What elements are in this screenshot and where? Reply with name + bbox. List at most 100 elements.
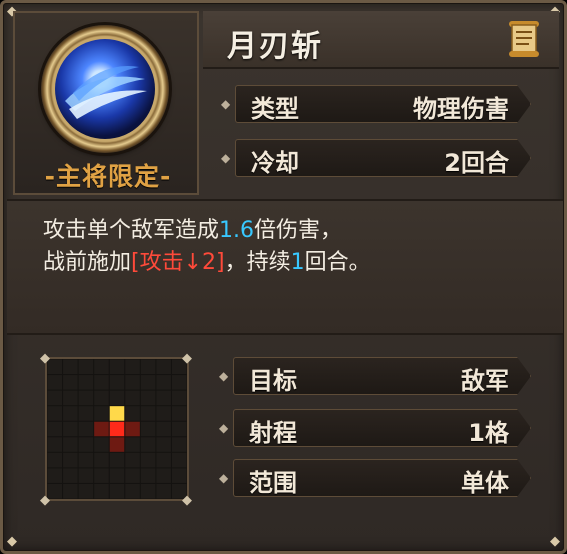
desc-text-part: 回合。 — [304, 250, 371, 275]
range-grid-cell — [78, 437, 94, 452]
range-grid-cell — [140, 359, 156, 375]
range-grid-cell — [109, 468, 125, 483]
range-grid-cell — [171, 437, 187, 452]
skill-description: 攻击单个敌军造成1.6倍伤害， 战前施加[攻击↓2]，持续1回合。 — [7, 199, 563, 335]
range-grid-cell — [47, 406, 63, 421]
diamond-icon: ◆ — [219, 471, 229, 485]
range-grid-cell — [63, 483, 78, 499]
scroll-icon[interactable] — [505, 19, 543, 59]
range-grid — [45, 357, 189, 501]
range-grid-cell — [125, 452, 140, 468]
description-text: 攻击单个敌军造成1.6倍伤害， 战前施加[攻击↓2]，持续1回合。 — [43, 215, 371, 279]
range-grid-cell — [109, 421, 125, 437]
stat-value: 单体 — [461, 469, 509, 497]
range-grid-cell — [140, 421, 156, 437]
stat-row-type: ◆ 类型 物理伤害 — [221, 85, 531, 123]
range-grid-cell — [94, 359, 109, 375]
stat-value: 物理伤害 — [413, 95, 509, 123]
range-grid-cell — [78, 406, 94, 421]
stat-label: 射程 — [249, 419, 297, 447]
range-grid-cell — [171, 421, 187, 437]
debuff-effect: [攻击↓2] — [131, 250, 225, 275]
blue-crescent-orb-icon — [55, 39, 155, 139]
damage-multiplier: 1.6 — [219, 218, 255, 243]
skill-name: 月刃斩 — [227, 29, 323, 64]
range-grid-cell — [171, 375, 187, 390]
skill-emblem-frame — [41, 25, 169, 153]
range-grid-cell — [63, 452, 78, 468]
skill-range-section: ◆ ◆ ◆ ◆ ◆ 目标 敌军 ◆ 射程 1格 ◆ 范围 单体 — [7, 337, 563, 551]
range-grid-cell — [156, 437, 171, 452]
range-grid-cell — [94, 483, 109, 499]
corner-ornament-icon: ◆ — [182, 351, 192, 366]
range-grid-cell — [78, 359, 94, 375]
duration-turns: 1 — [290, 250, 305, 275]
diamond-icon: ◆ — [221, 97, 231, 111]
range-grid-cell — [125, 483, 140, 499]
stat-row-area: ◆ 范围 单体 — [219, 459, 531, 497]
range-grid-cell — [109, 406, 125, 421]
range-grid-cell — [171, 390, 187, 406]
range-grid-cell — [156, 468, 171, 483]
skill-emblem-box: -主将限定- — [13, 11, 199, 195]
title-bar: 月刃斩 — [203, 11, 559, 69]
range-grid-cell — [94, 406, 109, 421]
range-grid-cell — [94, 390, 109, 406]
range-grid-cell — [109, 375, 125, 390]
range-grid-cell — [125, 406, 140, 421]
range-grid-cell — [140, 390, 156, 406]
range-grid-cell — [78, 390, 94, 406]
range-grid-cell — [94, 421, 109, 437]
range-grid-cell — [140, 406, 156, 421]
range-grid-cell — [125, 359, 140, 375]
restriction-label: -主将限定- — [44, 162, 172, 191]
range-grid-cell — [171, 452, 187, 468]
description-line-2: 战前施加[攻击↓2]，持续1回合。 — [43, 247, 371, 279]
range-grid-cell — [109, 483, 125, 499]
range-grid-cell — [94, 468, 109, 483]
range-grid-cell — [94, 437, 109, 452]
stat-value: 1格 — [468, 419, 509, 447]
range-grid-cell — [78, 452, 94, 468]
range-grid-cell — [156, 421, 171, 437]
range-grid-cell — [125, 390, 140, 406]
stat-row-range: ◆ 射程 1格 — [219, 409, 531, 447]
corner-ornament-icon: ◆ — [182, 493, 192, 508]
range-grid-cell — [140, 375, 156, 390]
stat-label: 类型 — [251, 95, 299, 123]
range-grid-cell — [140, 437, 156, 452]
range-grid-cell — [47, 437, 63, 452]
stat-row-target: ◆ 目标 敌军 — [219, 357, 531, 395]
skill-info-panel: ◆ ◆ ◆ ◆ -主将限定- 月刃斩 — [0, 0, 567, 554]
corner-ornament-icon: ◆ — [40, 493, 50, 508]
range-grid-cell — [125, 468, 140, 483]
range-grid-cell — [63, 359, 78, 375]
range-grid-cell — [125, 437, 140, 452]
diamond-icon: ◆ — [219, 421, 229, 435]
range-grid-cell — [125, 421, 140, 437]
range-grid-cell — [47, 375, 63, 390]
range-grid-cell — [47, 468, 63, 483]
range-grid-cell — [78, 421, 94, 437]
range-grid-cell — [78, 375, 94, 390]
desc-text-part: 倍伤害， — [254, 218, 343, 243]
range-grid-cell — [156, 406, 171, 421]
desc-text-part: ，持续 — [224, 250, 291, 275]
range-grid-cell — [140, 483, 156, 499]
desc-text-part: 攻击单个敌军造成 — [43, 218, 220, 243]
corner-ornament-icon: ◆ — [40, 351, 50, 366]
range-grid-cell — [156, 375, 171, 390]
range-grid-cell — [78, 483, 94, 499]
range-grid-cell — [156, 359, 171, 375]
stat-row-cooldown: ◆ 冷却 2回合 — [221, 139, 531, 177]
stat-label: 范围 — [249, 469, 297, 497]
range-grid-cell — [94, 452, 109, 468]
desc-text-part: 战前施加 — [43, 250, 132, 275]
range-grid-cell — [109, 452, 125, 468]
diamond-icon: ◆ — [221, 151, 231, 165]
stat-label: 冷却 — [251, 149, 299, 177]
range-grid-cell — [171, 468, 187, 483]
range-grid-cell — [78, 468, 94, 483]
range-grid-cell — [109, 437, 125, 452]
range-grid-cell — [125, 375, 140, 390]
